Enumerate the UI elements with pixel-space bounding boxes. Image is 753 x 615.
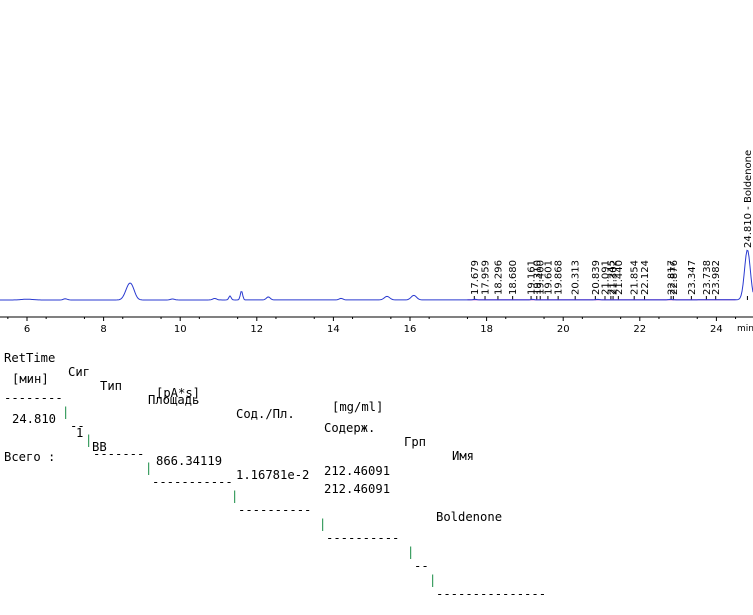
x-axis-tick-label: 24 [710, 324, 723, 335]
x-axis-tick-label: 16 [404, 324, 417, 335]
x-axis-tick-label: 18 [480, 324, 493, 335]
x-axis-tick-label: 12 [250, 324, 263, 335]
separator-bar: | [145, 461, 152, 475]
col-header-signal: Сиг [68, 365, 90, 379]
x-axis-unit-label: min [737, 324, 753, 334]
col-header-name: Имя [452, 449, 474, 463]
peak-label: 24.810 - Boldenone [743, 150, 753, 248]
separator-bar: | [407, 545, 414, 559]
peak-label: 18.680 [508, 260, 519, 295]
cell-content: 212.46091 [324, 482, 390, 496]
x-axis-ticks: 6 8 10 12 14 16 18 20 22 24 min [8, 317, 753, 335]
separator-bar: | [62, 405, 69, 419]
separator-segment: ---------- [238, 503, 311, 517]
cell-rettime: 24.810 [12, 412, 56, 426]
peak-label: 21.854 [630, 260, 641, 295]
x-axis-tick-label: 10 [174, 324, 187, 335]
x-axis-tick-label: 14 [327, 324, 340, 335]
col-header-ratio: Сод./Пл. [236, 407, 295, 421]
peak-label: 21.440 [614, 260, 625, 295]
x-axis-tick-label: 8 [100, 324, 106, 335]
peak-label: 17.959 [481, 260, 492, 295]
peak-label: 22.124 [640, 260, 651, 295]
peak-label: 23.347 [687, 260, 698, 295]
unit-content: [mg/ml] [332, 400, 383, 414]
peak-label: 18.296 [493, 260, 504, 295]
separator-bar: | [231, 489, 238, 503]
peak-label: 17.679 [470, 260, 481, 295]
separator-segment: -- [414, 559, 429, 573]
col-header-type: Тип [100, 379, 122, 393]
separator-segment: ----------- [152, 475, 233, 489]
integration-report: RetTime Сиг Тип Площадь Сод./Пл. Содерж.… [0, 337, 753, 452]
x-axis-tick-label: 6 [24, 324, 30, 335]
report-total-row: Всего : 212.46091 [4, 436, 33, 492]
separator-bar: | [319, 517, 326, 531]
cell-ratio: 1.16781e-2 [236, 468, 309, 482]
chromatogram-plot: 17.67917.95918.29618.68019.16119.31019.4… [0, 0, 753, 340]
separator-bar: | [429, 573, 436, 587]
peak-labels: 17.67917.95918.29618.68019.16119.31019.4… [470, 150, 753, 300]
total-label: Всего : [4, 450, 55, 464]
cell-signal: 1 [76, 426, 83, 440]
separator-segment: --------------- [436, 587, 546, 601]
peak-label: 22.876 [669, 260, 680, 295]
peak-label: 19.868 [554, 260, 565, 295]
peak-label: 23.982 [711, 260, 722, 295]
separator-segment: ---------- [326, 531, 399, 545]
col-header-content: Содерж. [324, 421, 375, 435]
col-header-group: Грп [404, 435, 426, 449]
cell-name: Boldenone [436, 510, 502, 524]
cell-area: 866.34119 [156, 454, 222, 468]
total-value: 212.46091 [324, 464, 390, 478]
x-axis-tick-label: 20 [557, 324, 570, 335]
x-axis-tick-label: 22 [633, 324, 646, 335]
peak-label: 20.313 [571, 260, 582, 295]
unit-area: [pA*s] [156, 386, 200, 400]
